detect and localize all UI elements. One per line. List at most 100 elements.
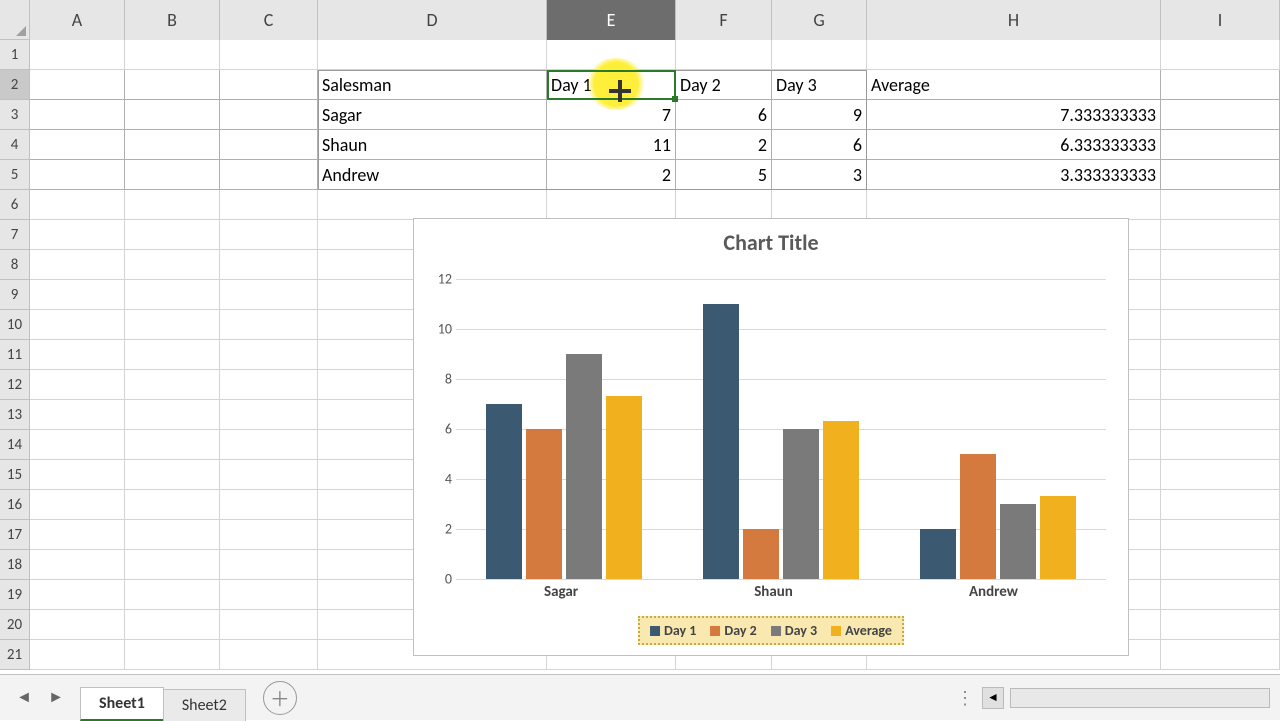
cell-G6[interactable] bbox=[772, 190, 867, 220]
col-header-A[interactable]: A bbox=[30, 0, 125, 40]
cell-G3[interactable]: 9 bbox=[772, 100, 867, 130]
cell-H1[interactable] bbox=[867, 40, 1161, 70]
horizontal-scroll[interactable]: ⋮ ◄ bbox=[956, 687, 1270, 709]
cell-E1[interactable] bbox=[547, 40, 676, 70]
cell-B3[interactable] bbox=[125, 100, 220, 130]
bar-Andrew-Day 2[interactable] bbox=[960, 454, 996, 579]
cell-B18[interactable] bbox=[125, 550, 220, 580]
cell-I18[interactable] bbox=[1161, 550, 1280, 580]
cell-B13[interactable] bbox=[125, 400, 220, 430]
cell-C16[interactable] bbox=[220, 490, 318, 520]
col-header-I[interactable]: I bbox=[1161, 0, 1280, 40]
cell-A1[interactable] bbox=[30, 40, 125, 70]
row-header-15[interactable]: 15 bbox=[0, 460, 29, 490]
cell-C11[interactable] bbox=[220, 340, 318, 370]
cell-I20[interactable] bbox=[1161, 610, 1280, 640]
cell-E5[interactable]: 2 bbox=[547, 160, 676, 190]
cell-I13[interactable] bbox=[1161, 400, 1280, 430]
bar-group-Shaun[interactable] bbox=[691, 304, 871, 579]
cell-C10[interactable] bbox=[220, 310, 318, 340]
cell-B2[interactable] bbox=[125, 70, 220, 100]
cell-G2[interactable]: Day 3 bbox=[772, 70, 867, 100]
cell-C19[interactable] bbox=[220, 580, 318, 610]
bar-Sagar-Day 2[interactable] bbox=[526, 429, 562, 579]
cell-A11[interactable] bbox=[30, 340, 125, 370]
bar-group-Sagar[interactable] bbox=[474, 354, 654, 579]
cell-D2[interactable]: Salesman bbox=[318, 70, 547, 100]
cell-B14[interactable] bbox=[125, 430, 220, 460]
bar-Andrew-Day 3[interactable] bbox=[1000, 504, 1036, 579]
chart-legend[interactable]: Day 1Day 2Day 3Average bbox=[638, 616, 904, 645]
row-header-9[interactable]: 9 bbox=[0, 280, 29, 310]
cell-I12[interactable] bbox=[1161, 370, 1280, 400]
cell-A16[interactable] bbox=[30, 490, 125, 520]
cell-G5[interactable]: 3 bbox=[772, 160, 867, 190]
cell-I17[interactable] bbox=[1161, 520, 1280, 550]
cell-C14[interactable] bbox=[220, 430, 318, 460]
cell-A13[interactable] bbox=[30, 400, 125, 430]
cell-H3[interactable]: 7.333333333 bbox=[867, 100, 1161, 130]
cell-C6[interactable] bbox=[220, 190, 318, 220]
cell-I7[interactable] bbox=[1161, 220, 1280, 250]
cell-C1[interactable] bbox=[220, 40, 318, 70]
row-header-20[interactable]: 20 bbox=[0, 610, 29, 640]
row-header-11[interactable]: 11 bbox=[0, 340, 29, 370]
cell-D1[interactable] bbox=[318, 40, 547, 70]
cell-I19[interactable] bbox=[1161, 580, 1280, 610]
cell-C8[interactable] bbox=[220, 250, 318, 280]
row-header-2[interactable]: 2 bbox=[0, 70, 29, 100]
cell-I10[interactable] bbox=[1161, 310, 1280, 340]
cell-F1[interactable] bbox=[676, 40, 772, 70]
col-header-C[interactable]: C bbox=[220, 0, 318, 40]
cell-I3[interactable] bbox=[1161, 100, 1280, 130]
cell-E6[interactable] bbox=[547, 190, 676, 220]
cell-H5[interactable]: 3.333333333 bbox=[867, 160, 1161, 190]
cell-B19[interactable] bbox=[125, 580, 220, 610]
col-header-B[interactable]: B bbox=[125, 0, 220, 40]
cell-A18[interactable] bbox=[30, 550, 125, 580]
hscroll-left[interactable]: ◄ bbox=[982, 687, 1004, 709]
cell-C2[interactable] bbox=[220, 70, 318, 100]
cell-I9[interactable] bbox=[1161, 280, 1280, 310]
cell-H4[interactable]: 6.333333333 bbox=[867, 130, 1161, 160]
bar-Sagar-Day 1[interactable] bbox=[486, 404, 522, 579]
cell-I8[interactable] bbox=[1161, 250, 1280, 280]
row-header-8[interactable]: 8 bbox=[0, 250, 29, 280]
cell-C5[interactable] bbox=[220, 160, 318, 190]
cell-F3[interactable]: 6 bbox=[676, 100, 772, 130]
sheet-tab-Sheet1[interactable]: Sheet1 bbox=[80, 687, 164, 721]
legend-item[interactable]: Average bbox=[831, 622, 892, 639]
cell-D4[interactable]: Shaun bbox=[318, 130, 547, 160]
bar-Shaun-Average[interactable] bbox=[823, 421, 859, 579]
cell-A4[interactable] bbox=[30, 130, 125, 160]
bar-group-Andrew[interactable] bbox=[908, 454, 1088, 579]
legend-item[interactable]: Day 1 bbox=[650, 622, 696, 639]
chart-title[interactable]: Chart Title bbox=[414, 219, 1128, 262]
cell-B7[interactable] bbox=[125, 220, 220, 250]
cell-G4[interactable]: 6 bbox=[772, 130, 867, 160]
cell-A15[interactable] bbox=[30, 460, 125, 490]
col-header-D[interactable]: D bbox=[318, 0, 547, 40]
cell-D3[interactable]: Sagar bbox=[318, 100, 547, 130]
cell-B12[interactable] bbox=[125, 370, 220, 400]
tab-nav-prev[interactable]: ◄ bbox=[8, 682, 40, 714]
cell-I4[interactable] bbox=[1161, 130, 1280, 160]
cell-C21[interactable] bbox=[220, 640, 318, 670]
spreadsheet-grid[interactable]: ABCDEFGHI 123456789101112131415161718192… bbox=[0, 0, 1280, 720]
bar-Sagar-Day 3[interactable] bbox=[566, 354, 602, 579]
cell-A19[interactable] bbox=[30, 580, 125, 610]
cell-F4[interactable]: 2 bbox=[676, 130, 772, 160]
row-header-13[interactable]: 13 bbox=[0, 400, 29, 430]
cell-A17[interactable] bbox=[30, 520, 125, 550]
cell-G1[interactable] bbox=[772, 40, 867, 70]
cell-B20[interactable] bbox=[125, 610, 220, 640]
row-header-19[interactable]: 19 bbox=[0, 580, 29, 610]
col-header-H[interactable]: H bbox=[867, 0, 1161, 40]
add-sheet-button[interactable]: ＋ bbox=[263, 681, 297, 715]
col-header-E[interactable]: E bbox=[547, 0, 676, 40]
row-header-17[interactable]: 17 bbox=[0, 520, 29, 550]
cell-C7[interactable] bbox=[220, 220, 318, 250]
cell-A12[interactable] bbox=[30, 370, 125, 400]
cell-B15[interactable] bbox=[125, 460, 220, 490]
cell-C3[interactable] bbox=[220, 100, 318, 130]
